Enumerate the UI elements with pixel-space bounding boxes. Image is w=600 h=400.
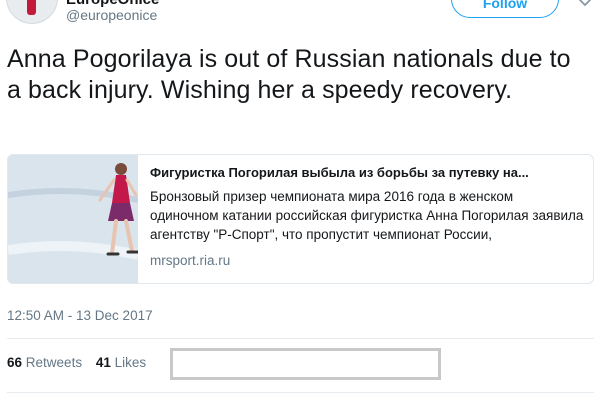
likes-count[interactable]: 41: [96, 355, 111, 370]
avatar[interactable]: [6, 0, 58, 24]
retweets-label[interactable]: Retweets: [26, 355, 82, 370]
card-title[interactable]: Фигуристка Погорилая выбыла из борьбы за…: [150, 163, 584, 183]
figure-skater-icon: [8, 155, 140, 283]
card-domain[interactable]: mrsport.ria.ru: [150, 253, 584, 268]
likes-label[interactable]: Likes: [115, 355, 147, 370]
likers-avatars-redacted: [170, 348, 441, 380]
tweet-page: EuropeOnIce @europeonice Follow Anna Pog…: [0, 0, 600, 400]
user-handle[interactable]: @europeonice: [66, 7, 157, 23]
chevron-down-icon[interactable]: [578, 0, 592, 8]
card-image: [8, 155, 140, 283]
retweets-count[interactable]: 66: [7, 355, 22, 370]
tweet-text: Anna Pogorilaya is out of Russian nation…: [7, 45, 571, 104]
skater-icon: [27, 0, 36, 15]
follow-button-label: Follow: [482, 0, 528, 11]
link-card[interactable]: Фигуристка Погорилая выбыла из борьбы за…: [7, 154, 594, 284]
divider: [7, 338, 594, 339]
card-description: Бронзовый призер чемпионата мира 2016 го…: [150, 189, 584, 242]
tweet-timestamp[interactable]: 12:50 AM - 13 Dec 2017: [7, 308, 153, 323]
tweet-stats: 66 Retweets 41 Likes: [7, 355, 156, 370]
divider: [7, 392, 594, 393]
follow-button[interactable]: Follow: [451, 0, 559, 18]
card-body: Фигуристка Погорилая выбыла из борьбы за…: [150, 163, 584, 268]
